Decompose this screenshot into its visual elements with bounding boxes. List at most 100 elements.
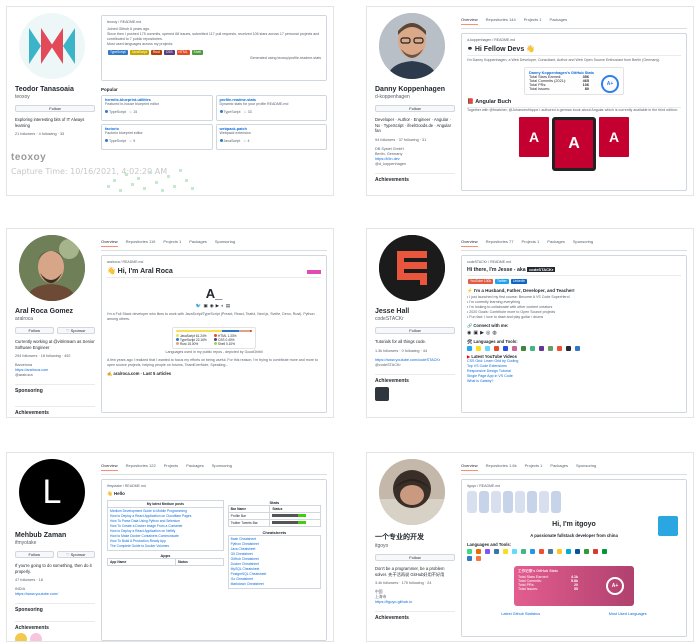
tab-sponsoring[interactable]: Sponsoring [212, 463, 232, 471]
profile-main: Overview Repositories 122 Projects Packa… [101, 453, 333, 641]
dev-icon[interactable]: ▤ [226, 303, 232, 308]
profile-main: Overview Repositories 77 Projects 1 Pack… [461, 229, 693, 417]
stat-value: 55 [574, 587, 578, 591]
pinned-repo-card[interactable]: profile-readme-stats Dynamic stats for yo… [215, 95, 327, 121]
pink-banner [307, 270, 321, 274]
medium-posts-table: My latest Medium posts Medium Developmen… [107, 500, 224, 551]
python-icon [494, 549, 499, 554]
tab-sponsoring[interactable]: Sponsoring [215, 239, 235, 247]
profile-stats: 94 followers · 37 following · 31 [375, 137, 427, 142]
follow-button[interactable]: Follow [375, 105, 455, 112]
post-link[interactable]: The Complete Guide to Docker Volumes [110, 544, 221, 549]
sponsor-button[interactable]: ♡ Sponsor [56, 551, 95, 558]
person-photo-icon [379, 459, 445, 525]
language-item: Rust 15.00% [176, 342, 214, 346]
profile-main: Overview Repositories 119 Projects 1 Pac… [101, 229, 333, 417]
tab-packages[interactable]: Packages [189, 239, 207, 247]
node-icon [521, 346, 526, 351]
tools-heading: 🛠 Languages and Tools: [467, 339, 518, 344]
sponsor-button[interactable]: ♡ Sponsor [56, 327, 95, 334]
recent-articles: ✍ aralroca.com · Last 5 articles [107, 371, 172, 376]
follow-button[interactable]: Follow [375, 554, 455, 561]
follow-button[interactable]: Follow [15, 327, 54, 334]
tab-projects[interactable]: Projects 1 [525, 463, 543, 471]
video-link[interactable]: What is Gatsby? [467, 379, 681, 384]
cheatsheets-list: Bash Cheatsheet Python Cheatsheet Java Che… [227, 535, 322, 589]
teoxoy-logo-icon [29, 28, 75, 64]
tool-icons [467, 549, 617, 561]
profile-name: Mehbub Zaman [15, 532, 67, 539]
tab-overview[interactable]: Overview [101, 239, 118, 247]
tab-overview[interactable]: Overview [101, 463, 118, 471]
follow-button[interactable]: Follow [15, 551, 54, 558]
typescript-icon [575, 346, 580, 351]
pinned-repo-card[interactable]: hermite-blueprint-utilities Featured in-h… [101, 95, 213, 121]
detail-twitter[interactable]: @aralroca [15, 373, 95, 378]
go-icon [566, 549, 571, 554]
discord-icon[interactable]: ◍ [492, 330, 498, 336]
latest-stats-link[interactable]: Latest Github Statistics [501, 612, 540, 616]
tab-repositories[interactable]: Repositories 77 [486, 239, 514, 247]
profile-bio: Exploring interesting bits of IT Always … [15, 117, 85, 128]
languages-bar [176, 330, 252, 332]
tab-projects[interactable]: Projects 1 [524, 17, 542, 25]
tab-projects[interactable]: Projects 1 [163, 239, 181, 247]
wave-icon: 👋 [107, 268, 118, 275]
tab-repositories[interactable]: Repositories 1.6k [486, 463, 517, 471]
wave-icon: 👋 [107, 491, 114, 496]
detail-twitter[interactable]: @codeSTACKr [375, 363, 455, 368]
achievements-heading: Achievements [15, 621, 95, 631]
tab-sponsoring[interactable]: Sponsoring [573, 239, 593, 247]
pinned-repo-card[interactable]: factorio Factorio blueprint editor TypeScr… [101, 124, 213, 150]
tab-repositories[interactable]: Repositories 119 [126, 239, 156, 247]
language-badge: HTML [176, 50, 190, 55]
readme-greeting: 👋 Hi, I'm Aral Roca [107, 267, 321, 278]
social-badge[interactable]: Twitter [495, 279, 509, 284]
tab-packages[interactable]: Packages [550, 463, 568, 471]
heading-intro: ⚡ I'm a Husband, Father, Developer, and … [467, 288, 575, 293]
profile-main: Overview Repositories 1.6k Projects 1 Pa… [461, 453, 693, 641]
redis-icon [593, 549, 598, 554]
profile-stats: 294 followers · 18 following · 492 [15, 354, 71, 358]
stats-row-name: Profile Bar [227, 512, 271, 520]
javascript-icon [476, 346, 481, 351]
apps-col-name: App Name [107, 558, 176, 566]
profile-stats: 3.4k followers · 175 following · 24 [375, 581, 432, 585]
tab-repositories[interactable]: Repositories 122 [126, 463, 156, 471]
readme-line-3: Most used languages across my projects: [107, 42, 174, 46]
tab-repositories[interactable]: Repositories 144 [486, 17, 516, 25]
most-used-languages-link[interactable]: Most Used Languages [609, 612, 647, 616]
nodejs-icon [548, 346, 553, 351]
achievement-badge [375, 386, 389, 401]
readme-intro: I'm a Full Stack developer who likes to … [107, 312, 315, 321]
cheatsheet-link[interactable]: Markdown Cheatsheet [231, 582, 318, 587]
tab-sponsoring[interactable]: Sponsoring [576, 463, 596, 471]
detail-website-link[interactable]: https://itgoyo.github.io [375, 600, 455, 605]
detail-youtube-link[interactable]: https://www.youtube.com/ [15, 592, 95, 597]
tab-projects[interactable]: Projects [164, 463, 178, 471]
tab-overview[interactable]: Overview [461, 463, 478, 471]
java-icon [476, 549, 481, 554]
follow-button[interactable]: Follow [375, 327, 455, 334]
tab-packages[interactable]: Packages [547, 239, 565, 247]
profile-details: 中国 上海市 https://itgoyo.github.io [375, 590, 455, 605]
tab-overview[interactable]: Overview [461, 17, 478, 25]
gatsby-icon [539, 346, 544, 351]
repo-meta: TypeScript ☆ 33 [219, 110, 324, 115]
social-badge[interactable]: LinkedIn [510, 279, 528, 284]
tab-overview[interactable]: Overview [461, 239, 478, 247]
social-badge[interactable]: YouTube 100k [468, 279, 494, 284]
avatar-letter: L [42, 472, 62, 511]
git-icon [557, 346, 562, 351]
tab-packages[interactable]: Packages [186, 463, 204, 471]
readme-greeting: ⚭ Hi Fellow Devs 👋 [467, 45, 681, 56]
avatar [19, 13, 85, 79]
achievements-heading: Achievements [375, 373, 455, 384]
repo-language: TypeScript [109, 110, 126, 114]
pinned-repo-card[interactable]: webpack-patch Webpack extension JavaScript… [215, 124, 327, 150]
tab-packages[interactable]: Packages [550, 17, 568, 25]
github-icon [566, 346, 571, 351]
tab-projects[interactable]: Projects 1 [521, 239, 539, 247]
follow-button[interactable]: Follow [15, 105, 95, 112]
detail-twitter[interactable]: @d_koppenhagen [375, 162, 455, 167]
